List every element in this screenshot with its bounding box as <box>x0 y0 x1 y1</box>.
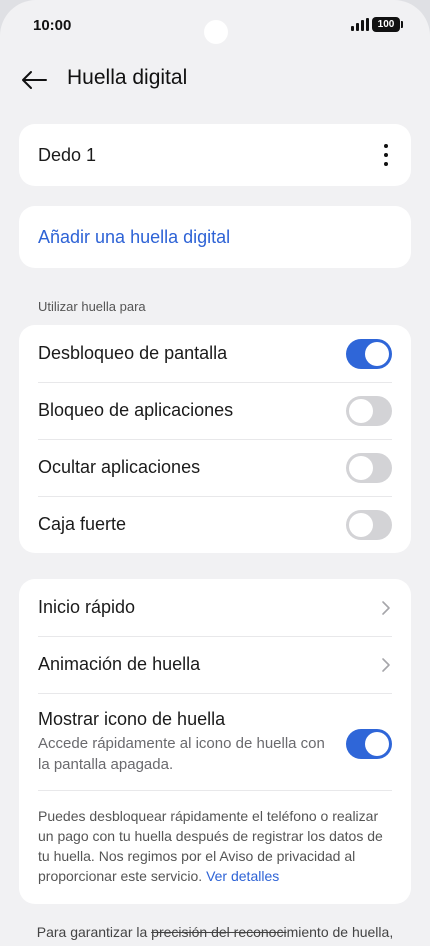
details-link[interactable]: Ver detalles <box>206 868 279 884</box>
section-label: Utilizar huella para <box>38 299 146 314</box>
screen-unlock-toggle[interactable] <box>346 338 392 369</box>
app-lock-label: Bloqueo de aplicaciones <box>38 400 234 420</box>
safe-label: Caja fuerte <box>38 514 127 534</box>
back-button[interactable] <box>16 62 52 98</box>
chevron-right-icon <box>382 657 390 672</box>
animation-label: Animación de huella <box>38 654 201 674</box>
battery-level: 100 <box>377 19 395 30</box>
options-card: Inicio rápido Animación de huella Mostra… <box>19 579 411 904</box>
fingerprint-item[interactable]: Dedo 1 <box>19 124 411 186</box>
fingerprint-list-card: Dedo 1 <box>19 124 411 186</box>
hide-apps-row[interactable]: Ocultar aplicaciones <box>19 439 411 496</box>
app-lock-row[interactable]: Bloqueo de aplicaciones <box>19 382 411 439</box>
animation-row[interactable]: Animación de huella <box>19 636 411 693</box>
quick-start-label: Inicio rápido <box>38 597 136 617</box>
screen-unlock-label: Desbloqueo de pantalla <box>38 343 228 363</box>
back-arrow-icon <box>22 71 47 89</box>
footer-note: Para garantizar la precisión del reconoc… <box>0 924 430 940</box>
privacy-description: Puedes desbloquear rápidamente el teléfo… <box>19 790 411 886</box>
use-for-card: Desbloqueo de pantalla Bloqueo de aplica… <box>19 325 411 553</box>
battery-icon: 100 <box>372 17 403 32</box>
screen: 10:00 100 Huella digital Dedo 1 Añadir u… <box>0 0 430 946</box>
quick-start-row[interactable]: Inicio rápido <box>19 579 411 636</box>
signal-icon <box>351 18 369 31</box>
show-icon-label: Mostrar icono de huella <box>38 708 226 729</box>
app-lock-toggle[interactable] <box>346 395 392 426</box>
add-fingerprint-card: Añadir una huella digital <box>19 206 411 268</box>
footer-text-struck: precisión del reconoci <box>151 924 287 940</box>
safe-toggle[interactable] <box>346 509 392 540</box>
add-fingerprint-label: Añadir una huella digital <box>38 226 231 247</box>
hide-apps-label: Ocultar aplicaciones <box>38 457 201 477</box>
footer-text-end: miento de huella, <box>286 924 394 940</box>
front-camera <box>204 20 228 44</box>
add-fingerprint-button[interactable]: Añadir una huella digital <box>19 206 411 268</box>
footer-text-start: Para garantizar la <box>36 924 152 940</box>
safe-row[interactable]: Caja fuerte <box>19 496 411 553</box>
page-title: Huella digital <box>67 66 188 89</box>
chevron-right-icon <box>382 600 390 615</box>
more-options-icon[interactable] <box>383 144 389 166</box>
screen-unlock-row[interactable]: Desbloqueo de pantalla <box>19 325 411 382</box>
status-bar: 10:00 100 <box>0 0 430 54</box>
show-icon-toggle[interactable] <box>346 728 392 759</box>
show-icon-description: Accede rápidamente al icono de huella co… <box>38 734 325 773</box>
hide-apps-toggle[interactable] <box>346 452 392 483</box>
show-icon-row[interactable]: Mostrar icono de huella Accede rápidamen… <box>19 693 411 790</box>
status-time: 10:00 <box>33 17 72 34</box>
fingerprint-label: Dedo 1 <box>38 144 97 165</box>
